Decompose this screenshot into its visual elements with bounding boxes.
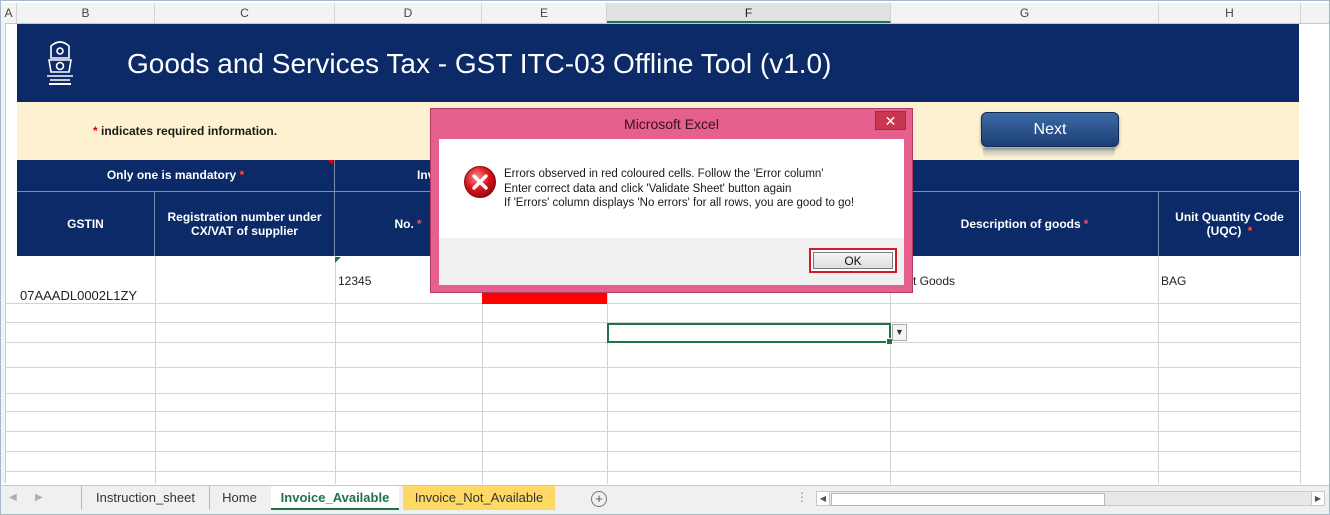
dialog-message-line: Errors observed in red coloured cells. F… bbox=[504, 168, 824, 180]
scroll-tabs-left-icon[interactable]: ◀ bbox=[9, 492, 17, 503]
splitter-handle-icon[interactable]: ⋮ bbox=[796, 490, 808, 504]
gstin-cell[interactable]: 07AAADL0002L1ZY bbox=[20, 288, 137, 303]
table-row[interactable] bbox=[5, 368, 1301, 394]
table-row[interactable] bbox=[5, 412, 1301, 432]
table-row[interactable] bbox=[5, 304, 1301, 323]
add-sheet-icon[interactable]: + bbox=[591, 491, 607, 507]
registration-number-header: Registration number under CX/VAT of supp… bbox=[155, 191, 335, 256]
next-button[interactable]: Next bbox=[981, 112, 1119, 147]
comment-indicator bbox=[328, 160, 333, 165]
gstin-header: GSTIN bbox=[17, 191, 155, 256]
scroll-tabs-right-icon[interactable]: ▶ bbox=[35, 492, 43, 503]
table-row[interactable] bbox=[5, 432, 1301, 452]
column-header-b[interactable]: B bbox=[17, 3, 155, 23]
tab-instruction-sheet[interactable]: Instruction_sheet bbox=[81, 486, 209, 510]
sheet-tab-bar: ◀ ▶ Instruction_sheet Home Invoice_Avail… bbox=[1, 485, 1329, 514]
error-cell[interactable] bbox=[482, 292, 607, 304]
ok-button-label: OK bbox=[813, 252, 893, 269]
column-header-a[interactable]: A bbox=[1, 3, 17, 23]
uqc-label: Unit Quantity Code (UQC) bbox=[1175, 210, 1284, 238]
dropdown-arrow-icon[interactable]: ▼ bbox=[892, 324, 907, 341]
error-icon bbox=[464, 166, 496, 198]
ok-button[interactable]: OK bbox=[809, 248, 897, 273]
error-dialog: Microsoft Excel ✕ Errors observed in red… bbox=[430, 108, 913, 293]
invoice-number-label: No. bbox=[394, 217, 414, 231]
title-banner: Goods and Services Tax - GST ITC-03 Offl… bbox=[17, 24, 1299, 102]
required-note-text: indicates required information. bbox=[97, 124, 278, 138]
column-header-e[interactable]: E bbox=[482, 3, 607, 23]
tab-invoice-not-available[interactable]: Invoice_Not_Available bbox=[403, 486, 555, 510]
description-label: Description of goods bbox=[960, 217, 1081, 231]
table-row[interactable] bbox=[5, 452, 1301, 472]
required-star: * bbox=[1247, 224, 1253, 238]
selected-cell[interactable] bbox=[607, 323, 893, 345]
dialog-title: Microsoft Excel bbox=[624, 116, 719, 132]
close-icon[interactable]: ✕ bbox=[875, 111, 906, 130]
scrollbar-thumb[interactable] bbox=[831, 493, 1105, 506]
required-star: * bbox=[416, 217, 422, 231]
next-button-reflection bbox=[983, 148, 1115, 158]
uqc-header: Unit Quantity Code (UQC) * bbox=[1159, 191, 1301, 256]
excel-window: A B C D E F G H Goods and Services Tax -… bbox=[0, 0, 1330, 515]
column-header-row: A B C D E F G H bbox=[1, 3, 1329, 24]
required-info-note: * indicates required information. bbox=[93, 124, 277, 138]
only-one-mandatory-header: Only one is mandatory * bbox=[17, 160, 335, 191]
invoice-number-cell[interactable]: 12345 bbox=[338, 274, 371, 288]
table-row[interactable] bbox=[5, 394, 1301, 412]
national-emblem-icon bbox=[47, 41, 73, 85]
uqc-cell[interactable]: BAG bbox=[1161, 274, 1186, 288]
dialog-message-line: If 'Errors' column displays 'No errors' … bbox=[504, 197, 855, 209]
error-indicator bbox=[335, 257, 341, 263]
dialog-body: Errors observed in red coloured cells. F… bbox=[439, 139, 904, 238]
column-header-f[interactable]: F bbox=[607, 3, 891, 23]
required-star: * bbox=[1083, 217, 1089, 231]
required-star: * bbox=[239, 168, 245, 182]
column-header-c[interactable]: C bbox=[155, 3, 335, 23]
dialog-message: Errors observed in red coloured cells. F… bbox=[504, 167, 854, 211]
horizontal-scrollbar[interactable]: ◀ ▶ bbox=[816, 491, 1325, 506]
only-one-mandatory-text: Only one is mandatory bbox=[106, 168, 240, 182]
column-header-d[interactable]: D bbox=[335, 3, 482, 23]
column-header-h[interactable]: H bbox=[1159, 3, 1301, 23]
page-title: Goods and Services Tax - GST ITC-03 Offl… bbox=[127, 48, 832, 79]
scroll-right-icon[interactable]: ▶ bbox=[1311, 492, 1324, 505]
dialog-footer: OK bbox=[439, 238, 904, 285]
description-of-goods-header: Description of goods * bbox=[891, 191, 1159, 256]
scroll-left-icon[interactable]: ◀ bbox=[817, 492, 830, 505]
tab-home[interactable]: Home bbox=[209, 486, 269, 510]
table-row[interactable] bbox=[5, 343, 1301, 368]
description-cell[interactable]: t Goods bbox=[913, 274, 955, 288]
tab-invoice-available[interactable]: Invoice_Available bbox=[271, 486, 399, 510]
column-header-g[interactable]: G bbox=[891, 3, 1159, 23]
dialog-message-line: Enter correct data and click 'Validate S… bbox=[504, 182, 792, 195]
